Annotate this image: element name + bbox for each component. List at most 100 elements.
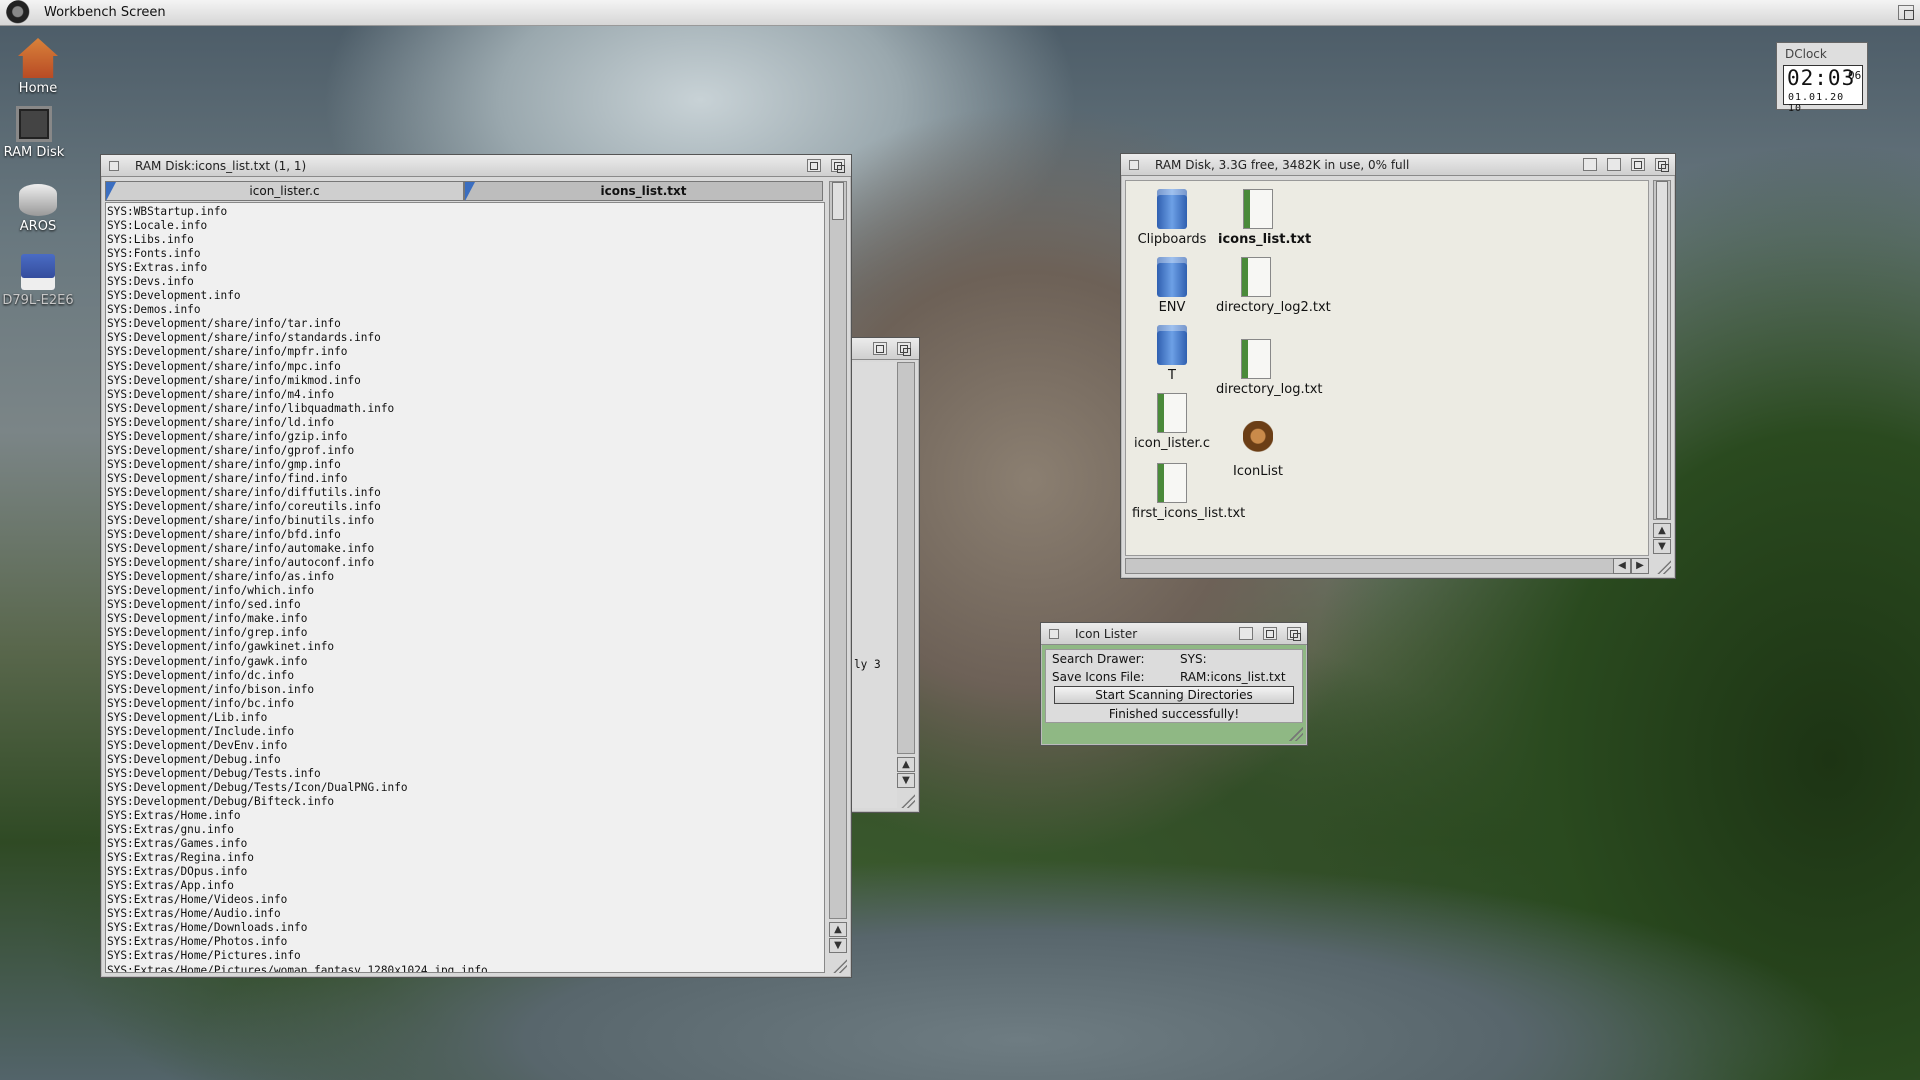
tab-icon-lister-c[interactable]: icon_lister.c xyxy=(105,181,464,201)
close-gadget-icon[interactable] xyxy=(1049,629,1059,639)
scroll-down-icon[interactable]: ▼ xyxy=(829,938,847,953)
editor-scroll-knob[interactable] xyxy=(832,182,844,220)
iconify-gadget-icon[interactable] xyxy=(1583,158,1597,171)
iconlister-panel: Search Drawer: SYS: Save Icons File: RAM… xyxy=(1045,649,1303,723)
scroll-up-icon[interactable]: ▲ xyxy=(897,757,915,772)
ramdisk-vscrollbar[interactable] xyxy=(1653,180,1671,520)
editor-window[interactable]: RAM Disk:icons_list.txt (1, 1) icon_list… xyxy=(100,154,852,978)
editor-line: SYS:Development/share/info/bfd.info xyxy=(107,528,341,542)
background-window-content: ly 3 xyxy=(849,362,897,808)
editor-line: SYS:Development/share/info/mpfr.info xyxy=(107,345,348,359)
ramdisk-icon-directory-log[interactable]: directory_log.txt xyxy=(1216,339,1323,397)
editor-line: SYS:Demos.info xyxy=(107,303,201,317)
aros-logo-icon[interactable] xyxy=(6,0,32,26)
editor-line: SYS:Extras/Games.info xyxy=(107,837,248,851)
ramdisk-icon-clipboards[interactable]: Clipboards xyxy=(1132,189,1212,247)
iconlister-window[interactable]: Icon Lister Search Drawer: SYS: Save Ico… xyxy=(1040,622,1308,746)
desktop-icon-floppy[interactable]: D79L-E2E6 xyxy=(2,254,74,308)
desktop-icon-home[interactable]: Home xyxy=(2,38,74,96)
ramdisk-icon-area[interactable]: Clipboards icons_list.txt ENV directory_… xyxy=(1125,180,1649,556)
ramdisk-titlebar[interactable]: RAM Disk, 3.3G free, 3482K in use, 0% fu… xyxy=(1121,154,1675,176)
close-gadget-icon[interactable] xyxy=(109,161,119,171)
scroll-down-icon[interactable]: ▼ xyxy=(1653,539,1671,554)
icon-label: directory_log2.txt xyxy=(1216,300,1331,315)
clock-date: 01.01.20 10 xyxy=(1788,92,1845,114)
save-icons-value[interactable]: RAM:icons_list.txt xyxy=(1180,670,1286,684)
ramdisk-icon-icon-lister-c[interactable]: icon_lister.c xyxy=(1132,393,1212,451)
editor-line: SYS:Development/share/info/coreutils.inf… xyxy=(107,499,381,513)
editor-line: SYS:Development/share/info/find.info xyxy=(107,471,348,485)
editor-line: SYS:Development/Debug/Tests.info xyxy=(107,766,321,780)
desktop-icon-aros[interactable]: AROS xyxy=(2,184,74,234)
search-drawer-value[interactable]: SYS: xyxy=(1180,652,1207,666)
background-window-scrollbar[interactable] xyxy=(897,362,915,754)
editor-line: SYS:Extras/DOpus.info xyxy=(107,865,248,879)
ramdisk-icon-directory-log2[interactable]: directory_log2.txt xyxy=(1216,257,1331,315)
editor-line: SYS:Development/DevEnv.info xyxy=(107,738,288,752)
zoom-gadget-icon[interactable] xyxy=(807,159,821,172)
background-window-titlebar[interactable] xyxy=(849,338,919,360)
screen-title-bar[interactable]: Workbench Screen xyxy=(0,0,1920,26)
desktop-icon-ram-disk[interactable]: RAM Disk xyxy=(0,106,70,160)
depth-gadget-icon[interactable] xyxy=(1655,158,1669,172)
text-file-icon xyxy=(1241,257,1271,297)
editor-line: SYS:Development/share/info/tar.info xyxy=(107,317,341,331)
ramdisk-window[interactable]: RAM Disk, 3.3G free, 3482K in use, 0% fu… xyxy=(1120,153,1676,579)
background-window[interactable]: ly 3 ▲ ▼ xyxy=(848,337,920,813)
ramdisk-icon-iconlist[interactable]: IconList xyxy=(1218,421,1298,479)
editor-line: SYS:Development/Lib.info xyxy=(107,710,268,724)
drawer-icon xyxy=(1157,189,1187,229)
editor-line: SYS:Development/info/sed.info xyxy=(107,598,301,612)
editor-line: SYS:Development/info/grep.info xyxy=(107,626,308,640)
scroll-up-icon[interactable]: ▲ xyxy=(829,922,847,937)
editor-line: SYS:Development/info/gawkinet.info xyxy=(107,640,335,654)
scroll-up-icon[interactable]: ▲ xyxy=(1653,523,1671,538)
icon-label: Clipboards xyxy=(1137,232,1207,247)
depth-gadget-icon[interactable] xyxy=(897,342,911,356)
editor-line: SYS:WBStartup.info xyxy=(107,205,228,218)
ramdisk-icon-first-icons-list[interactable]: first_icons_list.txt xyxy=(1132,463,1245,521)
ramdisk-icon-icons-list[interactable]: icons_list.txt xyxy=(1218,189,1311,247)
text-file-icon xyxy=(1157,393,1187,433)
editor-line: SYS:Extras/Regina.info xyxy=(107,851,254,865)
close-gadget-icon[interactable] xyxy=(1129,160,1139,170)
ramdisk-title: RAM Disk, 3.3G free, 3482K in use, 0% fu… xyxy=(1155,158,1410,172)
editor-line: SYS:Development/info/bison.info xyxy=(107,682,315,696)
editor-line: SYS:Development/share/info/gmp.info xyxy=(107,457,341,471)
editor-line: SYS:Development/Debug/Bifteck.info xyxy=(107,794,335,808)
editor-line: SYS:Development/share/info/gzip.info xyxy=(107,429,348,443)
iconlister-titlebar[interactable]: Icon Lister xyxy=(1041,623,1307,645)
desktop-icon-label: D79L-E2E6 xyxy=(2,293,74,308)
start-scanning-button[interactable]: Start Scanning Directories xyxy=(1054,686,1294,704)
iconify-gadget-icon[interactable] xyxy=(1239,627,1253,640)
icon-label: ENV xyxy=(1158,300,1186,315)
snapshot-gadget-icon[interactable] xyxy=(1607,158,1621,171)
ramdisk-scroll-knob[interactable] xyxy=(1656,181,1668,519)
editor-scrollbar[interactable] xyxy=(829,181,847,919)
tab-icons-list-txt[interactable]: icons_list.txt xyxy=(464,181,823,201)
depth-gadget-icon[interactable] xyxy=(831,159,845,173)
resize-grip-icon[interactable] xyxy=(901,794,915,808)
scroll-down-icon[interactable]: ▼ xyxy=(897,773,915,788)
dclock-window[interactable]: DClock 02:03 06 01.01.20 10 xyxy=(1776,42,1868,114)
editor-line: SYS:Development/share/info/standards.inf… xyxy=(107,331,381,345)
screen-depth-icon[interactable] xyxy=(1898,5,1914,20)
zoom-gadget-icon[interactable] xyxy=(1263,627,1277,640)
depth-gadget-icon[interactable] xyxy=(1287,627,1301,641)
zoom-gadget-icon[interactable] xyxy=(873,342,887,355)
resize-grip-icon[interactable] xyxy=(1289,727,1303,741)
ramdisk-icon-t[interactable]: T xyxy=(1132,325,1212,383)
resize-grip-icon[interactable] xyxy=(1657,560,1671,574)
ramdisk-hscrollbar[interactable] xyxy=(1125,558,1625,574)
scroll-left-icon[interactable]: ◀ xyxy=(1613,558,1631,574)
scroll-right-icon[interactable]: ▶ xyxy=(1631,558,1649,574)
zoom-gadget-icon[interactable] xyxy=(1631,158,1645,171)
ramdisk-icon-env[interactable]: ENV xyxy=(1132,257,1212,315)
background-window-text: ly 3 xyxy=(854,658,881,671)
resize-grip-icon[interactable] xyxy=(833,959,847,973)
editor-line: SYS:Development/share/info/ld.info xyxy=(107,415,335,429)
icon-label: icon_lister.c xyxy=(1134,436,1210,451)
editor-titlebar[interactable]: RAM Disk:icons_list.txt (1, 1) xyxy=(101,155,851,177)
editor-text-area[interactable]: SYS:WBStartup.info SYS:Locale.info SYS:Lib… xyxy=(105,202,825,973)
desktop-icon-label: RAM Disk xyxy=(3,145,65,160)
